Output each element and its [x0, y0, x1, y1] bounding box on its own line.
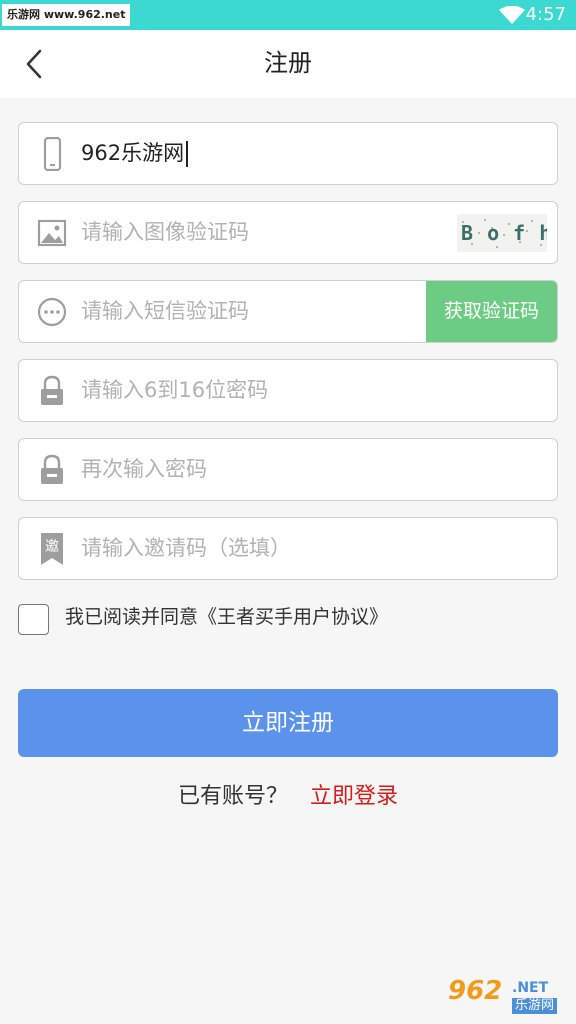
site-logo: 962 .NET 乐游网: [442, 974, 570, 1020]
logo-net: .NET: [512, 980, 549, 996]
captcha-text: B o f h: [461, 221, 547, 245]
password-confirm-input[interactable]: 再次输入密码: [81, 439, 207, 500]
logo-cn: 乐游网: [512, 998, 558, 1014]
get-sms-code-button[interactable]: 获取验证码: [426, 281, 557, 342]
agreement-text[interactable]: 我已阅读并同意《王者买手用户协议》: [65, 603, 388, 631]
invite-code-input[interactable]: 请输入邀请码（选填）: [81, 518, 291, 579]
image-code-input[interactable]: 请输入图像验证码: [81, 202, 249, 263]
invite-bookmark-icon: 邀: [41, 533, 63, 565]
invite-code-field[interactable]: 邀 请输入邀请码（选填）: [18, 517, 558, 580]
password-confirm-field[interactable]: 再次输入密码: [18, 438, 558, 501]
sms-code-field[interactable]: 请输入短信验证码 获取验证码: [18, 280, 558, 343]
page-title: 注册: [264, 49, 312, 77]
register-button[interactable]: 立即注册: [18, 689, 558, 757]
captcha-image[interactable]: B o f h: [457, 214, 547, 252]
watermark-label: 乐游网 www.962.net: [2, 4, 131, 26]
login-link[interactable]: 立即登录: [310, 784, 398, 809]
password-field[interactable]: 请输入6到16位密码: [18, 359, 558, 422]
lock-icon: [41, 375, 63, 405]
header-bar: 注册: [0, 30, 576, 98]
logo-number: 962: [448, 976, 503, 1006]
sms-code-input[interactable]: 请输入短信验证码: [81, 281, 249, 342]
phone-icon: [43, 137, 62, 171]
image-code-field[interactable]: 请输入图像验证码 B o f h: [18, 201, 558, 264]
login-row: 已有账号？ 立即登录: [0, 782, 576, 812]
phone-field[interactable]: 962乐游网: [18, 122, 558, 185]
phone-value: 962乐游网: [81, 141, 185, 165]
status-bar: 乐游网 www.962.net 4:57: [0, 0, 576, 30]
agreement-checkbox[interactable]: [18, 604, 49, 635]
status-time: 4:57: [525, 4, 566, 25]
password-input[interactable]: 请输入6到16位密码: [81, 360, 268, 421]
wifi-icon: [499, 6, 525, 24]
login-question: 已有账号？: [177, 784, 288, 809]
chat-icon: [37, 297, 67, 327]
image-icon: [37, 219, 67, 247]
lock-icon: [41, 454, 63, 484]
phone-input[interactable]: 962乐游网: [81, 123, 189, 184]
invite-icon-glyph: 邀: [45, 539, 59, 555]
text-caret: [186, 141, 189, 167]
